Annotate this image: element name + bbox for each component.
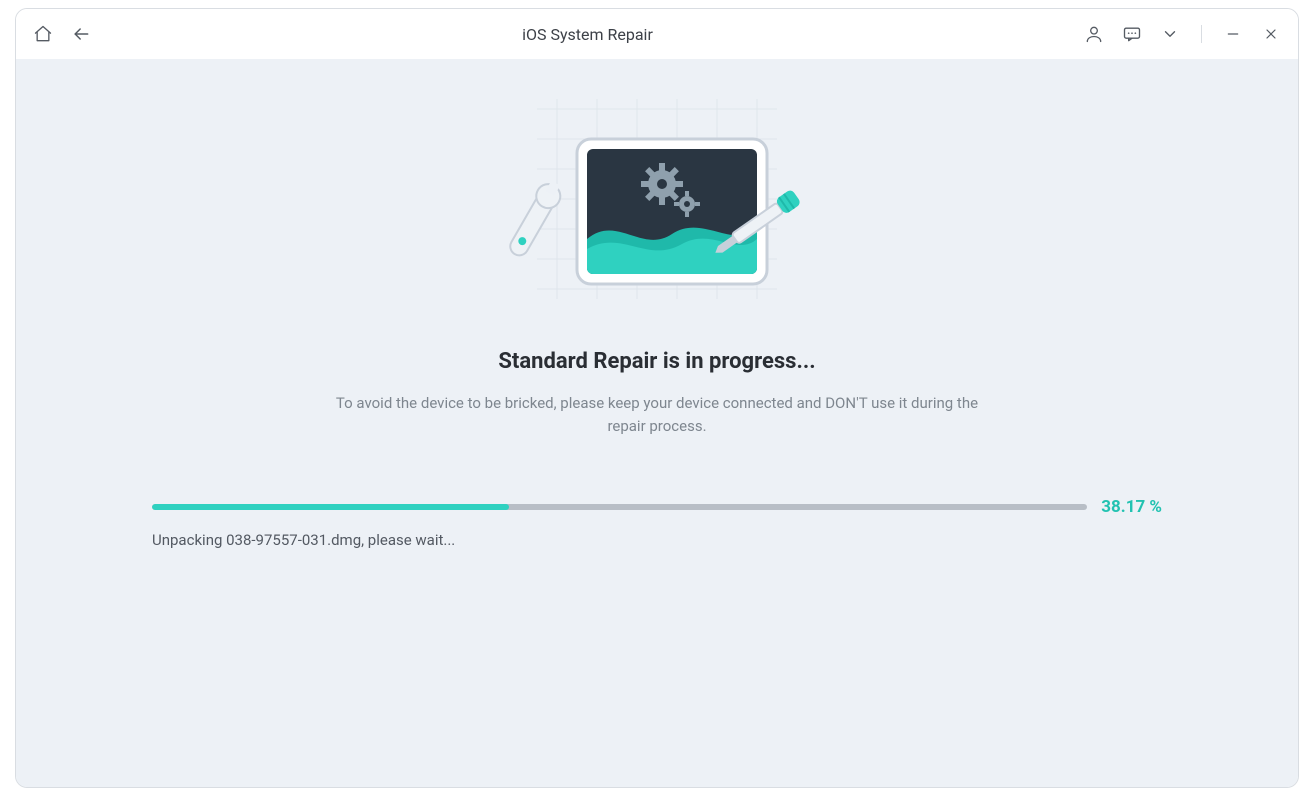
progress-fill [152, 504, 509, 510]
main-content: Standard Repair is in progress... To avo… [16, 59, 1298, 787]
user-icon[interactable] [1083, 23, 1105, 45]
progress-subheading: To avoid the device to be bricked, pleas… [327, 392, 987, 437]
gear-large-icon [641, 163, 683, 205]
progress-heading: Standard Repair is in progress... [498, 349, 815, 374]
titlebar: iOS System Repair [16, 9, 1298, 59]
progress-status-text: Unpacking 038-97557-031.dmg, please wait… [152, 531, 1162, 549]
chevron-down-icon[interactable] [1159, 23, 1181, 45]
app-window: iOS System Repair [15, 8, 1299, 788]
progress-percent-label: 38.17 % [1101, 497, 1162, 517]
titlebar-left [32, 23, 92, 45]
back-icon[interactable] [70, 23, 92, 45]
window-title: iOS System Repair [92, 25, 1083, 44]
repair-illustration [507, 89, 807, 319]
feedback-icon[interactable] [1121, 23, 1143, 45]
progress-bar-wrap: 38.17 % [152, 497, 1162, 517]
progress-bar [152, 504, 1087, 510]
close-icon[interactable] [1260, 23, 1282, 45]
titlebar-right [1083, 23, 1282, 45]
home-icon[interactable] [32, 23, 54, 45]
titlebar-separator [1201, 25, 1202, 43]
minimize-icon[interactable] [1222, 23, 1244, 45]
